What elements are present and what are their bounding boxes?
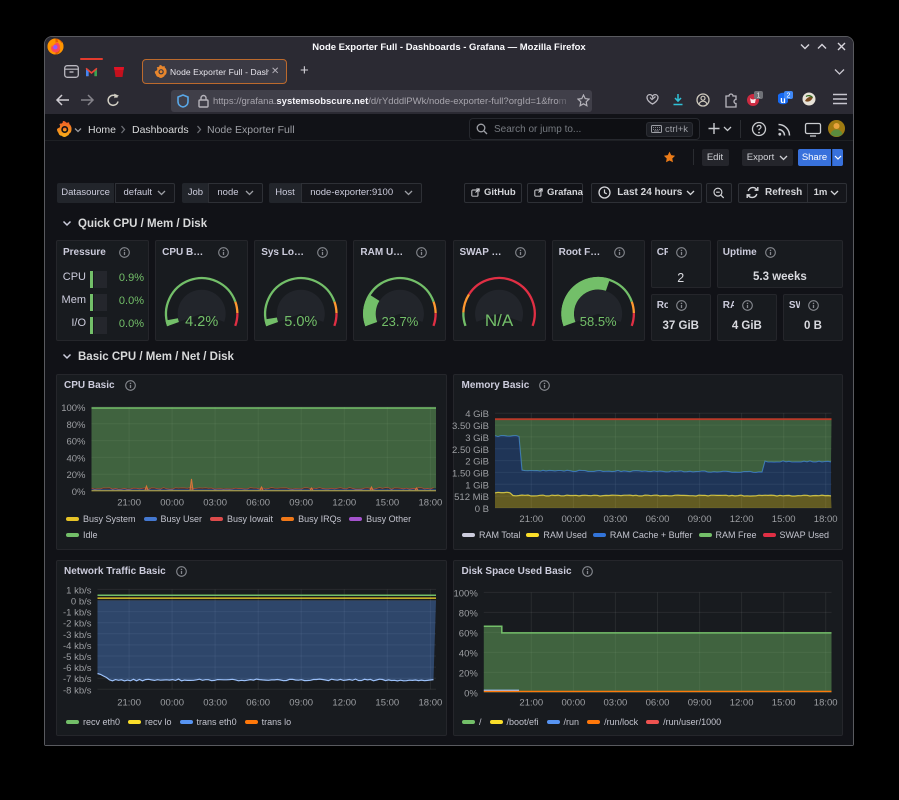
svg-text:2.50 GiB: 2.50 GiB (452, 445, 489, 456)
svg-text:18:00: 18:00 (814, 698, 838, 709)
svg-text:09:00: 09:00 (289, 698, 313, 709)
svg-text:-3 kb/s: -3 kb/s (63, 630, 92, 641)
svg-text:40%: 40% (459, 648, 479, 659)
svg-text:3.50 GiB: 3.50 GiB (452, 421, 489, 432)
svg-text:09:00: 09:00 (688, 514, 712, 525)
svg-text:1 GiB: 1 GiB (465, 480, 489, 491)
svg-text:3 GiB: 3 GiB (465, 433, 489, 444)
svg-text:0%: 0% (464, 688, 478, 699)
svg-text:100%: 100% (453, 588, 478, 599)
svg-text:-6 kb/s: -6 kb/s (63, 663, 92, 674)
svg-text:03:00: 03:00 (604, 514, 628, 525)
svg-text:06:00: 06:00 (646, 514, 670, 525)
svg-text:03:00: 03:00 (604, 698, 628, 709)
svg-text:1.50 GiB: 1.50 GiB (452, 468, 489, 479)
svg-text:-1 kb/s: -1 kb/s (63, 608, 92, 619)
svg-text:4 GiB: 4 GiB (465, 409, 489, 420)
svg-text:06:00: 06:00 (246, 498, 270, 509)
svg-text:12:00: 12:00 (730, 514, 754, 525)
svg-text:0 B: 0 B (475, 504, 489, 515)
svg-text:00:00: 00:00 (562, 698, 586, 709)
svg-text:-8 kb/s: -8 kb/s (63, 685, 92, 696)
svg-text:60%: 60% (459, 628, 479, 639)
svg-text:00:00: 00:00 (160, 498, 184, 509)
svg-text:-2 kb/s: -2 kb/s (63, 619, 92, 630)
svg-text:18:00: 18:00 (419, 498, 443, 509)
svg-text:0%: 0% (72, 487, 86, 498)
svg-text:21:00: 21:00 (117, 498, 141, 509)
svg-text:06:00: 06:00 (246, 698, 270, 709)
svg-text:12:00: 12:00 (332, 498, 356, 509)
svg-text:03:00: 03:00 (203, 498, 227, 509)
svg-text:15:00: 15:00 (772, 514, 796, 525)
svg-text:21:00: 21:00 (519, 514, 543, 525)
svg-text:15:00: 15:00 (375, 698, 399, 709)
svg-text:-5 kb/s: -5 kb/s (63, 652, 92, 663)
svg-text:-7 kb/s: -7 kb/s (63, 674, 92, 685)
svg-text:06:00: 06:00 (646, 698, 670, 709)
svg-text:0 b/s: 0 b/s (71, 597, 92, 608)
svg-text:18:00: 18:00 (419, 698, 443, 709)
svg-text:09:00: 09:00 (289, 498, 313, 509)
svg-text:20%: 20% (459, 668, 479, 679)
svg-text:40%: 40% (66, 453, 86, 464)
svg-text:09:00: 09:00 (688, 698, 712, 709)
svg-text:03:00: 03:00 (203, 698, 227, 709)
svg-text:100%: 100% (61, 403, 86, 414)
svg-text:512 MiB: 512 MiB (454, 492, 489, 503)
svg-text:18:00: 18:00 (814, 514, 838, 525)
svg-text:12:00: 12:00 (730, 698, 754, 709)
svg-text:80%: 80% (66, 420, 86, 431)
svg-text:60%: 60% (66, 437, 86, 448)
svg-text:20%: 20% (66, 470, 86, 481)
svg-text:15:00: 15:00 (772, 698, 796, 709)
svg-text:2 GiB: 2 GiB (465, 457, 489, 468)
svg-text:00:00: 00:00 (160, 698, 184, 709)
svg-text:80%: 80% (459, 608, 479, 619)
svg-text:21:00: 21:00 (117, 698, 141, 709)
svg-text:-4 kb/s: -4 kb/s (63, 641, 92, 652)
svg-text:1 kb/s: 1 kb/s (66, 585, 92, 596)
svg-text:15:00: 15:00 (375, 498, 399, 509)
svg-text:00:00: 00:00 (562, 514, 586, 525)
svg-text:12:00: 12:00 (332, 698, 356, 709)
svg-text:21:00: 21:00 (519, 698, 543, 709)
